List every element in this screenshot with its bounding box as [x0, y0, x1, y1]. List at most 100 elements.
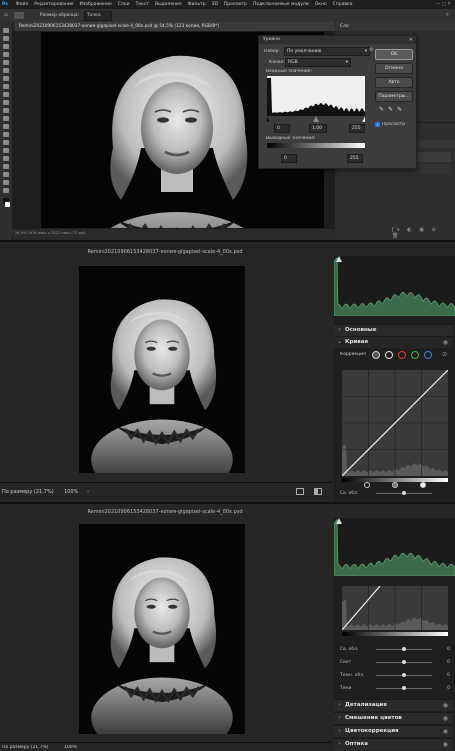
section-detail[interactable]: › Детализация ◉ — [334, 699, 453, 711]
parametric-curve-graph[interactable] — [342, 586, 448, 630]
compare-view-icon[interactable] — [296, 488, 304, 495]
channel-select[interactable]: RGB ▾ — [285, 58, 351, 67]
input-white-value[interactable]: 255 — [349, 124, 365, 133]
blur-tool-icon[interactable] — [3, 132, 9, 137]
status-text: 26,9% 1916 пикс x 3222 пикс (72 ppi) — [15, 231, 86, 235]
eyedropper-tool-icon[interactable] — [14, 12, 24, 19]
raw1-photo[interactable] — [79, 266, 245, 473]
raw1-highlights-slider[interactable]: Св. обл. — [340, 490, 450, 498]
visibility-icon[interactable]: ◉ — [443, 739, 448, 750]
menu-item-type[interactable]: Текст — [136, 0, 149, 9]
gradient-tool-icon[interactable] — [3, 124, 9, 129]
section-color-mixer[interactable]: › Смешение цветов ◉ — [334, 712, 453, 724]
preview-checkbox[interactable]: ✓ — [375, 122, 380, 127]
visibility-icon[interactable]: ◉ — [443, 713, 448, 724]
shadows-split-handle[interactable] — [364, 482, 370, 488]
cancel-button[interactable]: Отмена — [375, 63, 413, 74]
shape-tool-icon[interactable] — [3, 172, 9, 177]
visibility-icon[interactable]: ◉ — [443, 700, 448, 711]
document-tab[interactable]: Remini20210906153428037-копия-gigapixel-… — [15, 22, 335, 31]
chevron-down-icon[interactable]: ⌄ — [86, 488, 90, 494]
point-curve-white-icon[interactable] — [385, 351, 393, 359]
raw2-photo[interactable] — [79, 524, 245, 734]
red-channel-icon[interactable] — [398, 351, 406, 359]
menu-item-3d[interactable]: 3D — [212, 0, 218, 9]
green-channel-icon[interactable] — [411, 351, 419, 359]
menu-item-layers[interactable]: Слои — [118, 0, 130, 9]
eraser-tool-icon[interactable] — [3, 116, 9, 121]
menu-item-file[interactable]: Файл — [16, 0, 28, 9]
output-white-value[interactable]: 255 — [347, 154, 363, 163]
parametric-curve-icon[interactable] — [372, 351, 380, 359]
lasso-tool-icon[interactable] — [3, 44, 9, 49]
history-brush-icon[interactable] — [3, 108, 9, 113]
auto-button[interactable]: Авто — [375, 77, 413, 88]
visibility-icon[interactable]: ◉ — [443, 337, 448, 348]
highlights-split-handle[interactable] — [420, 482, 426, 488]
window-controls-icon[interactable]: — ▢ ✕ — [436, 0, 451, 9]
menu-item-window[interactable]: Окно — [315, 0, 327, 9]
move-tool-icon[interactable] — [3, 28, 9, 33]
input-slider-track[interactable] — [267, 116, 365, 122]
menu-item-edit[interactable]: Редактирование — [34, 0, 73, 9]
visibility-icon[interactable]: ◉ — [443, 726, 448, 737]
preset-options-icon[interactable]: ⚙ — [369, 47, 373, 53]
before-after-icon[interactable] — [314, 488, 322, 495]
raw2-slider-highlights[interactable]: Св. обл. 0 — [340, 646, 450, 654]
raw1-zoom-value[interactable]: 100% — [64, 489, 78, 495]
input-gamma-value[interactable]: 1,00 — [309, 124, 327, 133]
output-black-value[interactable]: 0 — [281, 154, 297, 163]
layer-actions-icon[interactable]: ƒx ◐ ▣ ⊕ 🗑 — [392, 227, 452, 239]
close-icon[interactable]: ✕ — [409, 36, 413, 44]
slider-value[interactable]: 0 — [447, 646, 450, 654]
healing-brush-icon[interactable] — [3, 84, 9, 89]
preset-select[interactable]: По умолчанию ▾ — [284, 47, 370, 56]
path-select-icon[interactable] — [3, 164, 9, 169]
midtones-split-handle[interactable] — [392, 482, 398, 488]
menu-item-help[interactable]: Справка — [333, 0, 353, 9]
magic-wand-tool-icon[interactable] — [3, 52, 9, 57]
search-icon[interactable]: ⌕ — [446, 11, 449, 19]
target-adjust-icon[interactable]: ⊙ — [442, 351, 447, 358]
blue-channel-icon[interactable] — [424, 351, 432, 359]
dodge-tool-icon[interactable] — [3, 140, 9, 145]
frame-tool-icon[interactable] — [3, 68, 9, 73]
ps-logo[interactable]: Ps — [2, 0, 8, 9]
zoom-tool-icon[interactable] — [3, 188, 9, 193]
section-color-grading[interactable]: › Цветокоррекция ◉ — [334, 725, 453, 737]
section-curve[interactable]: ⌄ Кривая ◉ — [334, 336, 453, 348]
section-basic[interactable]: › Основные — [334, 324, 453, 336]
pen-tool-icon[interactable] — [3, 148, 9, 153]
stamp-tool-icon[interactable] — [3, 100, 9, 105]
section-optics[interactable]: › Оптика ◉ — [334, 738, 453, 750]
layers-panel-tab[interactable]: Сло — [340, 23, 349, 30]
slider-value[interactable]: 0 — [447, 685, 450, 693]
slider-value[interactable]: 0 — [447, 672, 450, 680]
input-black-value[interactable]: 0 — [274, 124, 290, 133]
ok-button[interactable]: OK — [375, 49, 413, 60]
eyedropper-set-icon[interactable]: ✎✎✎ — [379, 106, 406, 113]
hand-tool-icon[interactable] — [3, 180, 9, 185]
raw2-zoom-fit[interactable]: По размеру (21,7%) — [2, 745, 49, 750]
options-button[interactable]: Параметры... — [375, 91, 413, 102]
marquee-tool-icon[interactable] — [3, 36, 9, 41]
raw2-zoom-value[interactable]: 100% — [64, 745, 77, 750]
menu-item-select[interactable]: Выделение — [155, 0, 182, 9]
brush-tool-icon[interactable] — [3, 92, 9, 97]
crop-tool-icon[interactable] — [3, 60, 9, 65]
home-icon[interactable]: ⌂ — [4, 11, 8, 18]
background-color-swatch[interactable] — [5, 202, 10, 207]
type-tool-icon[interactable] — [3, 156, 9, 161]
raw2-slider-darks[interactable]: Темн. обл. 0 — [340, 672, 450, 680]
tone-curve-graph[interactable] — [342, 370, 448, 476]
menu-item-plugins[interactable]: Подключаемые модули — [253, 0, 309, 9]
menu-item-filter[interactable]: Фильтр — [188, 0, 206, 9]
menu-item-image[interactable]: Изображение — [80, 0, 112, 9]
raw1-zoom-fit[interactable]: По размеру (21,7%) — [2, 489, 54, 495]
eyedropper-icon[interactable] — [3, 76, 9, 81]
raw2-slider-lights[interactable]: Свет 0 — [340, 659, 450, 667]
slider-value[interactable]: 0 — [447, 659, 450, 667]
menu-item-view[interactable]: Просмотр — [224, 0, 247, 9]
raw2-slider-shadows[interactable]: Тени 0 — [340, 685, 450, 693]
sample-size-select[interactable]: Точка — [84, 11, 112, 21]
